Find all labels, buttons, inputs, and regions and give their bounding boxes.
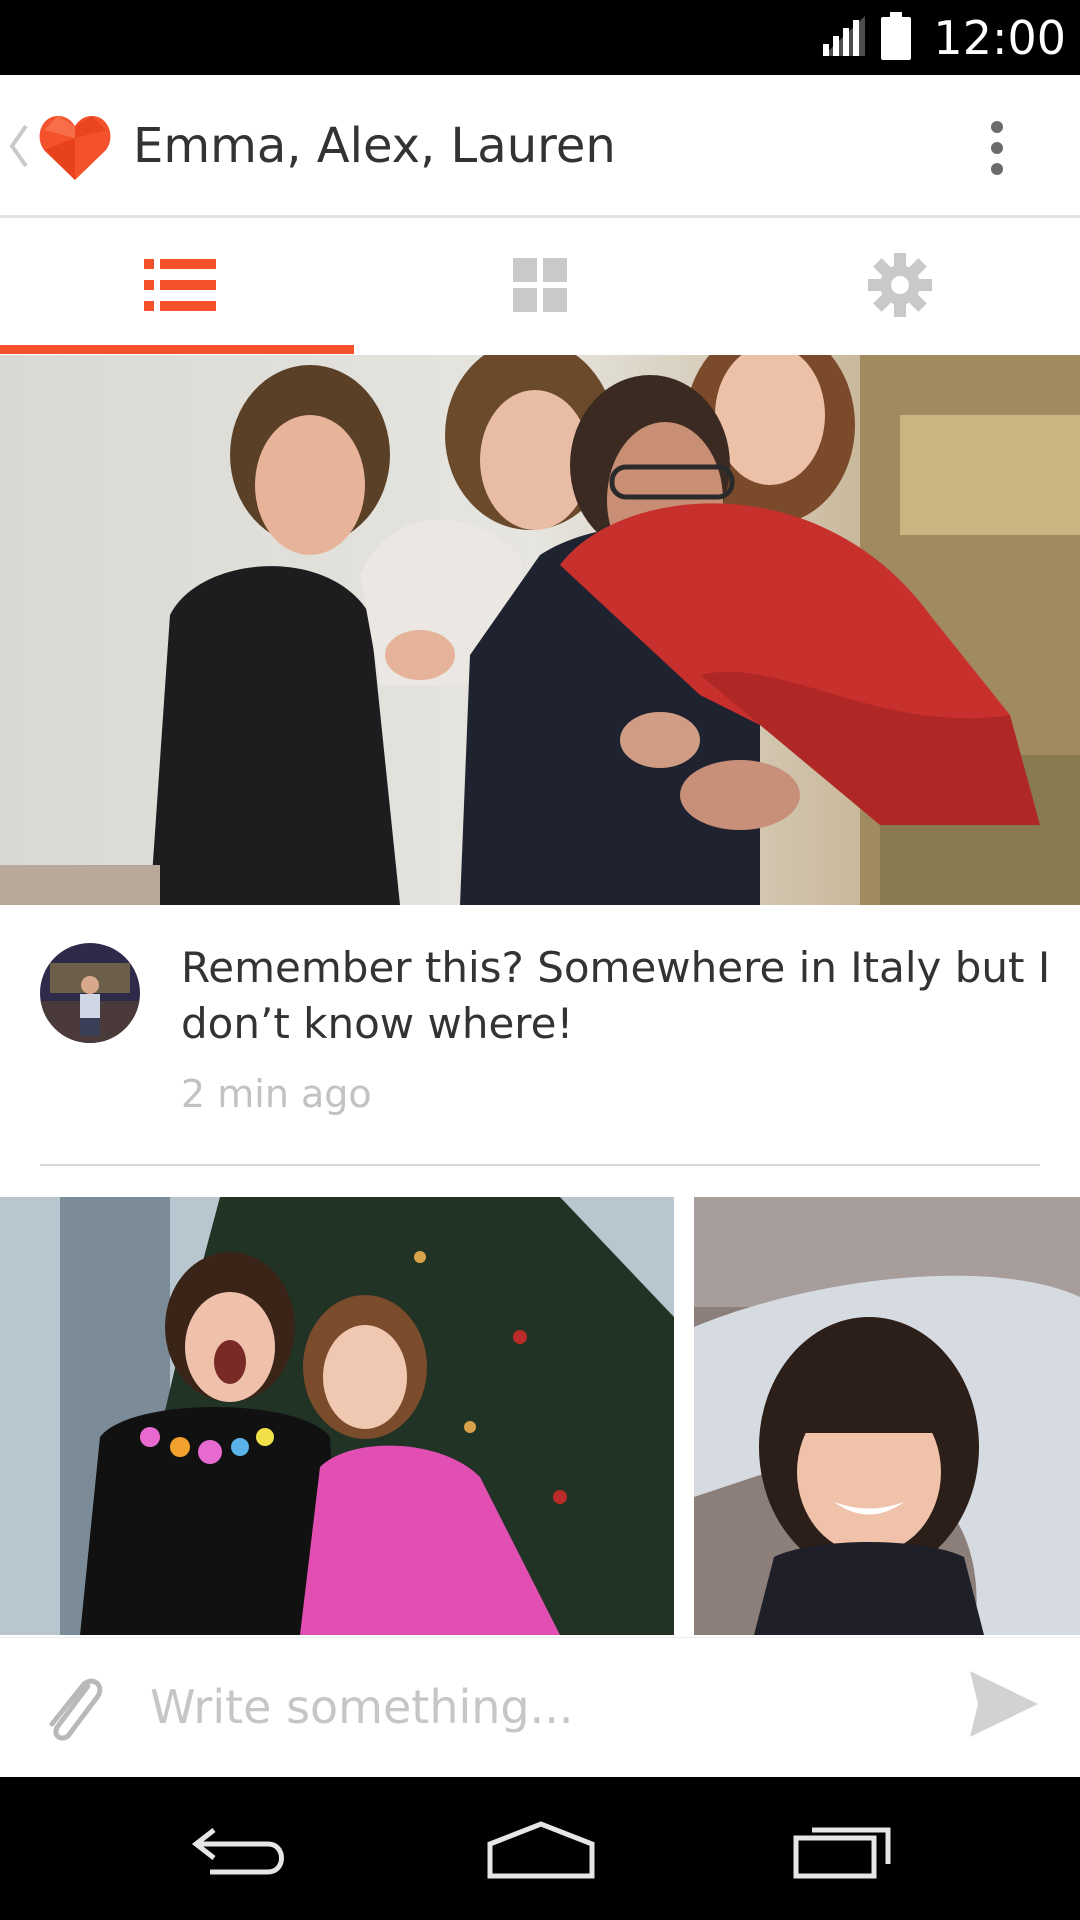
message-divider [40, 1164, 1040, 1166]
overflow-menu-icon[interactable] [985, 118, 1009, 178]
message-text: Remember this? Somewhere in Italy but I … [181, 943, 1051, 1048]
conversation-title: Emma, Alex, Lauren [133, 118, 616, 174]
home-icon[interactable] [486, 1815, 596, 1885]
tab-settings[interactable] [720, 218, 1080, 355]
shared-photo-family[interactable] [0, 355, 1080, 905]
heart-logo-icon[interactable] [38, 110, 112, 184]
status-clock: 12:00 [933, 10, 1066, 65]
send-icon[interactable] [968, 1669, 1040, 1739]
paperclip-icon[interactable] [38, 1668, 108, 1746]
tab-bar [0, 218, 1080, 355]
grid-icon [513, 257, 567, 316]
tab-list[interactable] [0, 218, 360, 355]
message-timestamp: 2 min ago [181, 1072, 372, 1116]
status-bar: 12:00 [0, 0, 1080, 75]
message-input[interactable] [150, 1672, 930, 1742]
list-icon [144, 258, 216, 315]
shared-photo-portrait[interactable] [694, 1197, 1080, 1635]
tab-grid[interactable] [360, 218, 720, 355]
avatar[interactable] [40, 943, 140, 1043]
recents-icon[interactable] [792, 1815, 896, 1885]
signal-icon [821, 14, 867, 62]
back-chevron-icon[interactable] [6, 122, 30, 170]
settings-gear-icon [868, 252, 932, 321]
back-icon[interactable] [190, 1815, 290, 1885]
shared-photo-christmas[interactable] [0, 1197, 674, 1635]
battery-icon [881, 11, 912, 64]
tab-indicator [0, 345, 354, 354]
